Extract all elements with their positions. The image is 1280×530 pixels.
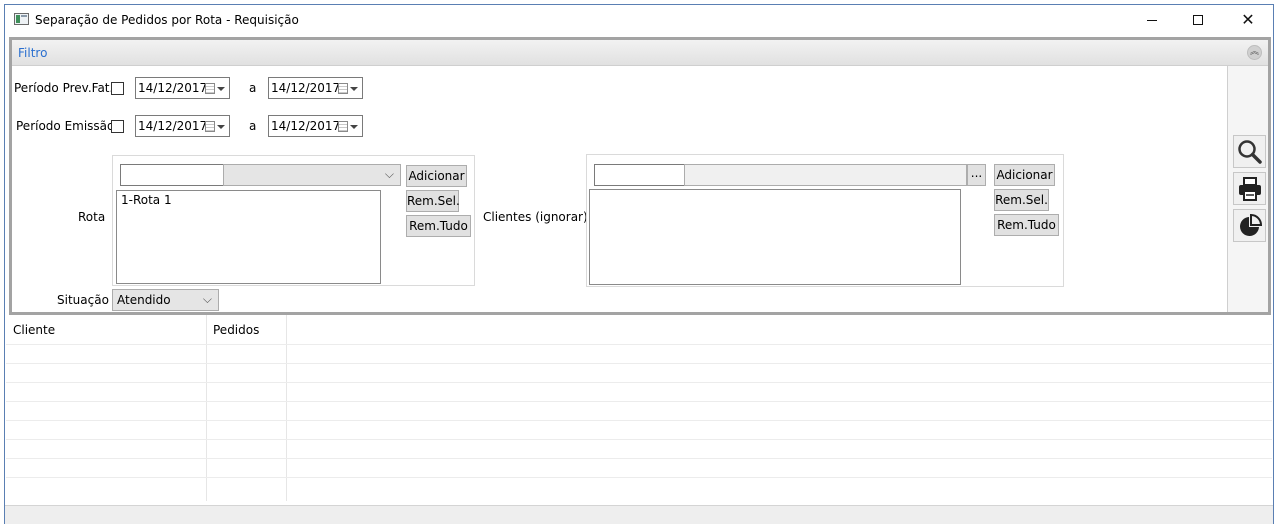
rota-remove-selected-button[interactable]: Rem.Sel. bbox=[406, 190, 460, 212]
print-button[interactable] bbox=[1233, 172, 1266, 205]
main-window: Separação de Pedidos por Rota - Requisiç… bbox=[4, 4, 1274, 524]
clientes-lookup-button[interactable]: ... bbox=[967, 164, 986, 186]
side-toolbar bbox=[1227, 66, 1268, 312]
calendar-icon[interactable] bbox=[338, 83, 348, 94]
date-value: 14/12/2017 bbox=[138, 119, 208, 133]
periodo-prev-fat-checkbox[interactable] bbox=[111, 82, 124, 95]
rota-group: ⌵ 1-Rota 1 Adicionar Rem.Sel. Rem.Tudo bbox=[112, 155, 475, 286]
calendar-icon[interactable] bbox=[338, 121, 348, 132]
periodo-prev-fat-label: Período Prev.Fat. bbox=[14, 81, 114, 95]
app-icon bbox=[14, 13, 29, 25]
table-row[interactable] bbox=[6, 439, 1272, 458]
chart-button[interactable] bbox=[1233, 209, 1266, 242]
printer-icon bbox=[1238, 176, 1261, 201]
results-grid[interactable]: Cliente Pedidos bbox=[6, 315, 1272, 503]
collapse-icon[interactable]: ︽ bbox=[1247, 45, 1262, 60]
minimize-button[interactable] bbox=[1129, 5, 1175, 35]
table-row[interactable] bbox=[6, 344, 1272, 363]
title-bar[interactable]: Separação de Pedidos por Rota - Requisiç… bbox=[5, 5, 1273, 35]
situacao-label: Situação bbox=[57, 293, 109, 307]
grid-header: Cliente Pedidos bbox=[6, 315, 1272, 345]
periodo-emissao-to-date[interactable]: 14/12/2017 bbox=[268, 115, 363, 137]
close-button[interactable]: ✕ bbox=[1225, 5, 1271, 35]
close-icon: ✕ bbox=[1241, 10, 1255, 29]
table-row[interactable] bbox=[6, 477, 1272, 496]
date-value: 14/12/2017 bbox=[138, 81, 208, 95]
clientes-add-button[interactable]: Adicionar bbox=[994, 164, 1055, 186]
minimize-icon bbox=[1147, 19, 1157, 21]
periodo-emissao-separator: a bbox=[249, 119, 257, 133]
periodo-prev-fat-from-date[interactable]: 14/12/2017 bbox=[135, 77, 230, 99]
periodo-emissao-checkbox[interactable] bbox=[111, 120, 124, 133]
chevron-down-icon: ⌵ bbox=[202, 292, 212, 306]
periodo-prev-fat-to-date[interactable]: 14/12/2017 bbox=[268, 77, 363, 99]
situacao-value: Atendido bbox=[117, 293, 171, 307]
table-row[interactable] bbox=[6, 382, 1272, 401]
pie-chart-icon bbox=[1239, 213, 1262, 236]
search-button[interactable] bbox=[1233, 135, 1266, 168]
rota-add-button[interactable]: Adicionar bbox=[406, 165, 467, 187]
table-row[interactable] bbox=[6, 401, 1272, 420]
situacao-select[interactable]: Atendido ⌵ bbox=[112, 289, 219, 311]
table-row[interactable] bbox=[6, 363, 1272, 382]
search-icon bbox=[1237, 139, 1262, 164]
clientes-remove-selected-button[interactable]: Rem.Sel. bbox=[994, 189, 1049, 211]
filter-header[interactable]: Filtro ︽ bbox=[12, 40, 1268, 66]
clientes-group: ... Adicionar Rem.Sel. Rem.Tudo bbox=[586, 154, 1064, 287]
dropdown-arrow-icon[interactable] bbox=[217, 87, 225, 91]
filter-panel: Filtro ︽ Período Prev.Fat. 14/12/2017 a … bbox=[9, 37, 1271, 315]
rota-code-input[interactable] bbox=[120, 164, 224, 186]
clientes-list[interactable] bbox=[589, 189, 961, 285]
table-row[interactable] bbox=[6, 420, 1272, 439]
dropdown-arrow-icon[interactable] bbox=[350, 125, 358, 129]
maximize-icon bbox=[1193, 15, 1203, 25]
status-bar bbox=[5, 505, 1273, 524]
periodo-prev-fat-separator: a bbox=[249, 81, 257, 95]
rota-list[interactable]: 1-Rota 1 bbox=[116, 190, 381, 284]
date-value: 14/12/2017 bbox=[271, 119, 341, 133]
dropdown-arrow-icon[interactable] bbox=[217, 125, 225, 129]
clientes-name-field[interactable] bbox=[684, 164, 967, 186]
window-title: Separação de Pedidos por Rota - Requisiç… bbox=[35, 13, 299, 27]
clientes-remove-all-button[interactable]: Rem.Tudo bbox=[994, 214, 1059, 236]
calendar-icon[interactable] bbox=[205, 121, 215, 132]
column-header-cliente[interactable]: Cliente bbox=[13, 323, 55, 337]
clientes-code-input[interactable] bbox=[594, 164, 685, 186]
periodo-emissao-from-date[interactable]: 14/12/2017 bbox=[135, 115, 230, 137]
list-item[interactable]: 1-Rota 1 bbox=[121, 193, 172, 207]
maximize-button[interactable] bbox=[1175, 5, 1221, 35]
table-row[interactable] bbox=[6, 458, 1272, 477]
rota-label: Rota bbox=[78, 210, 106, 224]
clientes-label: Clientes (ignorar) bbox=[483, 210, 588, 224]
periodo-emissao-label: Período Emissão bbox=[16, 119, 115, 133]
date-value: 14/12/2017 bbox=[271, 81, 341, 95]
column-header-pedidos[interactable]: Pedidos bbox=[213, 323, 259, 337]
rota-remove-all-button[interactable]: Rem.Tudo bbox=[406, 215, 471, 237]
filter-title: Filtro bbox=[18, 46, 48, 60]
chevron-down-icon: ⌵ bbox=[384, 167, 394, 181]
rota-select[interactable]: ⌵ bbox=[223, 164, 401, 186]
dropdown-arrow-icon[interactable] bbox=[350, 87, 358, 91]
calendar-icon[interactable] bbox=[205, 83, 215, 94]
